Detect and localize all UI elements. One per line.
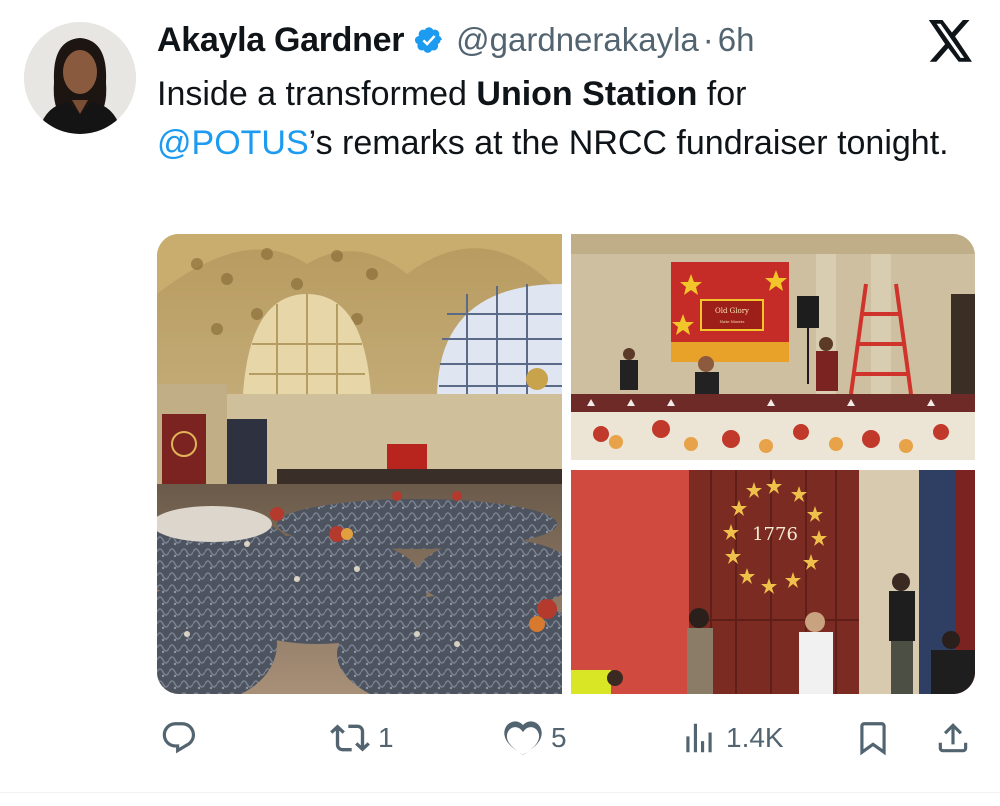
sign-text: Old Glory [715, 307, 749, 315]
avatar-image [24, 22, 136, 134]
avatar[interactable] [24, 22, 136, 134]
retweet-icon [330, 724, 370, 752]
divider [0, 792, 1000, 793]
reply-icon [162, 722, 196, 754]
photo-stage-setup[interactable]: Old Glory Nate Morris [571, 234, 975, 460]
door-year-text: 1776 [752, 524, 798, 545]
heart-icon [504, 721, 542, 755]
x-logo-icon[interactable] [928, 20, 974, 62]
tweet-text-part: Inside a transformed [157, 75, 477, 113]
like-button[interactable]: 5 [503, 716, 567, 760]
sign-subtext: Nate Morris [720, 319, 745, 324]
bookmark-icon [860, 722, 886, 756]
reply-button[interactable] [160, 716, 206, 760]
mention-link[interactable]: @POTUS [157, 124, 309, 162]
timestamp[interactable]: 6h [718, 21, 755, 59]
tweet-actions-bar: 1 5 1.4K [0, 708, 1000, 768]
author-name[interactable]: Akayla Gardner [157, 21, 404, 60]
photo-hall-tables[interactable] [157, 234, 562, 694]
tweet-text-part: for [697, 75, 747, 113]
separator-dot: · [702, 21, 714, 58]
media-grid: Old Glory Nate Morris 1776 [157, 234, 975, 694]
retweet-count: 1 [378, 722, 394, 753]
like-count: 5 [551, 722, 567, 753]
tweet-text-part: ’s remarks at the NRCC fundraiser tonigh… [308, 124, 949, 162]
share-icon [938, 723, 968, 753]
tweet-text-bold: Union Station [476, 75, 698, 113]
verified-badge-icon [414, 25, 444, 55]
tweet-text: Inside a transformed Union Station for @… [157, 70, 957, 168]
retweet-button[interactable]: 1 [330, 716, 394, 760]
views-count: 1.4K [726, 722, 784, 753]
author-handle[interactable]: @gardnerakayla [456, 21, 699, 59]
bookmark-button[interactable] [854, 716, 892, 760]
views-button[interactable]: 1.4K [680, 716, 784, 760]
share-button[interactable] [934, 716, 972, 760]
tweet-header: Akayla Gardner @gardnerakayla · 6h [157, 18, 755, 62]
photo-1776-door[interactable]: 1776 [571, 470, 975, 694]
views-icon [686, 723, 712, 753]
